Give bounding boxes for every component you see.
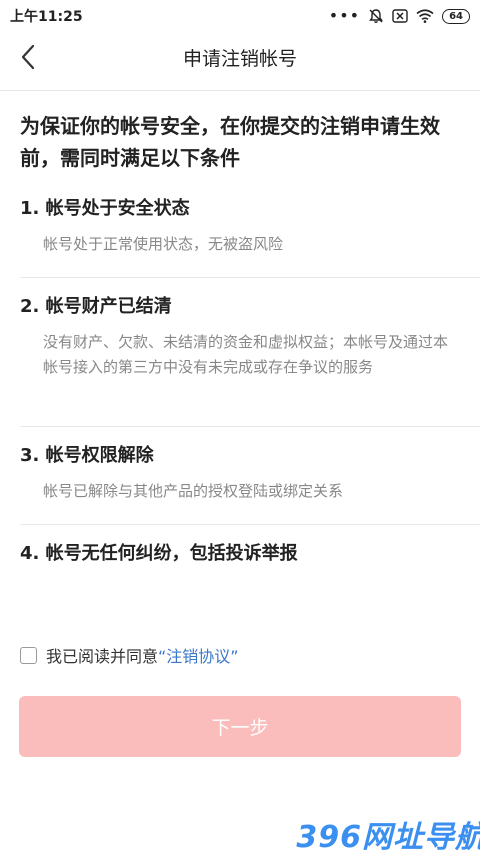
divider xyxy=(20,426,480,427)
condition-item: 2. 帐号财产已结清 没有财产、欠款、未结清的资金和虚拟权益；本帐号及通过本帐号… xyxy=(20,294,460,380)
condition-title: 2. 帐号财产已结清 xyxy=(20,296,172,317)
battery-icon: 64 xyxy=(442,8,470,24)
next-button[interactable]: 下一步 xyxy=(19,696,461,757)
condition-item: 1. 帐号处于安全状态 帐号处于正常使用状态，无被盗风险 xyxy=(20,196,460,257)
condition-title: 4. 帐号无任何纠纷，包括投诉举报 xyxy=(20,543,298,564)
header-divider xyxy=(0,90,480,91)
page-title: 申请注销帐号 xyxy=(182,47,297,70)
divider xyxy=(20,277,480,278)
wifi-icon xyxy=(416,9,434,23)
condition-title: 1. 帐号处于安全状态 xyxy=(20,198,190,219)
condition-desc: 帐号已解除与其他产品的授权登陆或绑定关系 xyxy=(43,482,344,500)
agreement-text: 我已阅读并同意 xyxy=(46,647,159,666)
more-dots-icon: ••• xyxy=(328,6,361,25)
mute-bell-icon xyxy=(368,8,384,24)
agreement-link[interactable]: “注销协议” xyxy=(158,643,239,667)
intro-heading: 为保证你的帐号安全，在你提交的注销申请生效前，需同时满足以下条件 xyxy=(20,114,440,170)
nav-bar: 申请注销帐号 xyxy=(0,32,480,82)
chevron-left-icon xyxy=(21,44,35,70)
divider xyxy=(20,524,480,525)
agree-checkbox[interactable] xyxy=(20,646,37,664)
condition-desc: 帐号处于正常使用状态，无被盗风险 xyxy=(43,235,284,253)
condition-item: 3. 帐号权限解除 帐号已解除与其他产品的授权登陆或绑定关系 xyxy=(20,443,460,504)
back-button[interactable] xyxy=(14,43,42,71)
sim-x-icon xyxy=(392,9,408,23)
condition-desc: 没有财产、欠款、未结清的资金和虚拟权益；本帐号及通过本帐号接入的第三方中没有未完… xyxy=(43,333,449,376)
condition-title: 3. 帐号权限解除 xyxy=(20,445,154,466)
status-time: 上午11:25 xyxy=(10,9,83,25)
watermark-logo: 396网址导航 xyxy=(296,820,480,855)
status-icons: ••• 64 xyxy=(329,8,470,24)
status-bar: 上午11:25 ••• 64 xyxy=(0,0,480,32)
condition-item: 4. 帐号无任何纠纷，包括投诉举报 xyxy=(20,541,460,567)
agreement-row: 我已阅读并同意 “注销协议” xyxy=(20,643,239,667)
